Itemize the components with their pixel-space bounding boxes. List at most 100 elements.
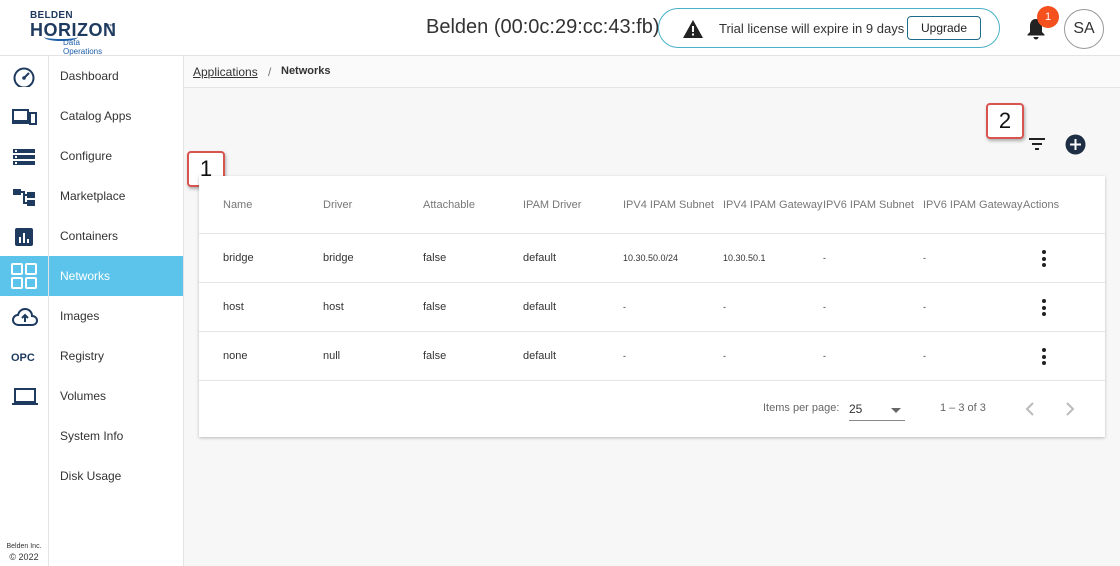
sidebar-nav: Dashboard Catalog Apps Configure Marketp… bbox=[49, 56, 184, 566]
table-row: bridge bridge false default 10.30.50.0/2… bbox=[199, 234, 1105, 283]
devices-icon bbox=[12, 109, 37, 125]
sidebar-item-registry[interactable]: Registry bbox=[49, 336, 183, 376]
cell-attachable: false bbox=[423, 350, 447, 362]
device-title: Belden (00:0c:29:cc:43:fb) bbox=[426, 16, 660, 38]
cell-ipv6-subnet: - bbox=[823, 302, 826, 312]
sidebar-item-system-info[interactable]: System Info bbox=[49, 416, 183, 456]
rail-footer: Belden Inc. © 2022 bbox=[0, 541, 48, 563]
breadcrumb: Applications / Networks bbox=[184, 56, 1120, 88]
logo-trademark: ™ bbox=[107, 24, 113, 30]
cloud-upload-icon bbox=[12, 307, 38, 326]
opc-label: OPC bbox=[11, 352, 35, 364]
cell-ipv6-gateway: - bbox=[923, 351, 926, 361]
rail-item-dashboard[interactable] bbox=[0, 58, 48, 96]
column-header-actions: Actions bbox=[1023, 198, 1060, 211]
sidebar-item-networks[interactable]: Networks bbox=[49, 256, 183, 296]
column-header-attachable[interactable]: Attachable bbox=[423, 176, 475, 233]
column-header-ipv6-gateway[interactable]: IPV6 IPAM Gateway bbox=[923, 176, 1022, 233]
user-avatar[interactable]: SA bbox=[1064, 9, 1104, 49]
callout-marker-2: 2 bbox=[986, 103, 1024, 139]
table-header-row: Name Driver Attachable IPAM Driver IPV4 … bbox=[199, 176, 1105, 234]
cell-ipv6-gateway: - bbox=[923, 253, 926, 263]
cell-driver: bridge bbox=[323, 252, 354, 264]
column-header-ipv4-subnet[interactable]: IPV4 IPAM Subnet bbox=[623, 176, 714, 233]
items-per-page-value: 25 bbox=[849, 402, 863, 416]
items-per-page-select[interactable]: 25 bbox=[849, 399, 905, 421]
sidebar-item-volumes[interactable]: Volumes bbox=[49, 376, 183, 416]
rail-item-containers[interactable] bbox=[0, 218, 48, 256]
cell-attachable: false bbox=[423, 301, 447, 313]
cell-ipv4-gateway: - bbox=[723, 302, 726, 312]
cell-ipam-driver: default bbox=[523, 252, 557, 264]
column-header-ipv4-gateway[interactable]: IPV4 IPAM Gateway bbox=[723, 176, 822, 233]
cell-ipam-driver: default bbox=[523, 301, 557, 313]
cell-driver: null bbox=[323, 350, 341, 362]
sidebar-item-marketplace[interactable]: Marketplace bbox=[49, 176, 183, 216]
chevron-right-icon[interactable] bbox=[1063, 399, 1077, 419]
dropdown-arrow-icon bbox=[891, 408, 901, 413]
cell-ipv6-gateway: - bbox=[923, 302, 926, 312]
cell-ipv4-subnet: - bbox=[623, 351, 626, 361]
kebab-menu-icon[interactable] bbox=[1042, 250, 1046, 267]
sidebar-item-disk-usage[interactable]: Disk Usage bbox=[49, 456, 183, 496]
cell-name: host bbox=[223, 301, 244, 313]
logo-line-3: Data Operations bbox=[63, 38, 103, 56]
breadcrumb-separator: / bbox=[268, 65, 272, 79]
main-content: Applications / Networks 2 1 Name Driver … bbox=[184, 56, 1120, 566]
items-per-page-label: Items per page: bbox=[763, 402, 840, 414]
table-row: host host false default - - - - bbox=[199, 283, 1105, 332]
table-row: none null false default - - - - bbox=[199, 332, 1105, 381]
sidebar-item-catalog-apps[interactable]: Catalog Apps bbox=[49, 96, 183, 136]
rail-item-images[interactable] bbox=[0, 298, 48, 336]
paginator: Items per page: 25 1 – 3 of 3 bbox=[199, 381, 1105, 437]
breadcrumb-applications-link[interactable]: Applications bbox=[193, 65, 258, 79]
cell-ipv6-subnet: - bbox=[823, 253, 826, 263]
networks-grid-icon bbox=[11, 263, 37, 289]
laptop-icon bbox=[12, 388, 38, 405]
rail-item-marketplace[interactable] bbox=[0, 178, 48, 216]
rail-item-networks[interactable] bbox=[0, 256, 48, 296]
rail-item-configure[interactable] bbox=[0, 138, 48, 176]
networks-table: Name Driver Attachable IPAM Driver IPV4 … bbox=[199, 176, 1105, 437]
cell-name: bridge bbox=[223, 252, 254, 264]
column-header-ipv6-subnet[interactable]: IPV6 IPAM Subnet bbox=[823, 176, 914, 233]
rail-item-volumes[interactable] bbox=[0, 378, 48, 416]
cell-ipv4-subnet: - bbox=[623, 302, 626, 312]
license-text: Trial license will expire in 9 days bbox=[719, 21, 905, 36]
column-header-name[interactable]: Name bbox=[223, 176, 252, 233]
sidebar-item-containers[interactable]: Containers bbox=[49, 216, 183, 256]
footer-copyright: © 2022 bbox=[9, 552, 39, 562]
cell-attachable: false bbox=[423, 252, 447, 264]
footer-company: Belden Inc. bbox=[6, 543, 42, 550]
sidebar-item-dashboard[interactable]: Dashboard bbox=[49, 56, 183, 96]
upgrade-button[interactable]: Upgrade bbox=[907, 16, 981, 40]
top-header: BELDEN HORIZON ™ Data Operations Belden … bbox=[0, 0, 1120, 56]
cell-ipv4-subnet: 10.30.50.0/24 bbox=[623, 253, 679, 263]
license-banner: Trial license will expire in 9 days Upgr… bbox=[658, 8, 1000, 48]
breadcrumb-current: Networks bbox=[281, 65, 331, 77]
sidebar-item-configure[interactable]: Configure bbox=[49, 136, 183, 176]
cell-ipv4-gateway: - bbox=[723, 351, 726, 361]
icon-rail: OPC Belden Inc. © 2022 bbox=[0, 56, 49, 566]
warning-icon bbox=[683, 20, 703, 38]
page-range-label: 1 – 3 of 3 bbox=[940, 402, 986, 414]
column-header-driver[interactable]: Driver bbox=[323, 176, 352, 233]
rail-item-catalog-apps[interactable] bbox=[0, 98, 48, 136]
column-header-ipam-driver[interactable]: IPAM Driver bbox=[523, 176, 581, 233]
sidebar-item-images[interactable]: Images bbox=[49, 296, 183, 336]
notification-badge[interactable]: 1 bbox=[1037, 6, 1059, 28]
containers-chart-icon bbox=[15, 228, 33, 246]
belden-horizon-logo[interactable]: BELDEN HORIZON ™ Data Operations bbox=[30, 10, 120, 56]
filter-icon[interactable] bbox=[1027, 136, 1047, 152]
configure-list-icon bbox=[13, 149, 35, 165]
add-circle-icon[interactable] bbox=[1065, 134, 1086, 155]
cell-driver: host bbox=[323, 301, 344, 313]
cell-name: none bbox=[223, 350, 248, 362]
kebab-menu-icon[interactable] bbox=[1042, 299, 1046, 316]
kebab-menu-icon[interactable] bbox=[1042, 348, 1046, 365]
rail-item-registry[interactable]: OPC bbox=[0, 338, 48, 376]
cell-ipv4-gateway: 10.30.50.1 bbox=[723, 253, 766, 263]
cell-ipam-driver: default bbox=[523, 350, 557, 362]
cell-ipv6-subnet: - bbox=[823, 351, 826, 361]
chevron-left-icon[interactable] bbox=[1023, 399, 1037, 419]
